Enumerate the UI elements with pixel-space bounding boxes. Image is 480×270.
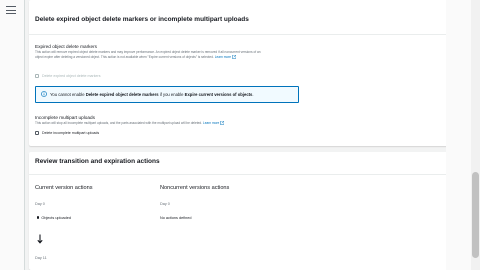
learn-more-link[interactable]: Learn more [215,55,231,59]
review-actions-card: Review transition and expiration actions… [29,152,449,270]
external-link-icon [232,54,236,59]
info-icon [41,91,47,97]
learn-more-link[interactable]: Learn more [203,121,219,125]
alert-prefix: You cannot enable [50,92,86,97]
incomplete-uploads-label: Incomplete multipart uploads [35,115,95,120]
info-alert: You cannot enable Delete expired object … [35,86,299,103]
noncurrent-event: No actions defined [160,216,192,220]
expired-markers-label: Expired object delete markers [35,44,98,49]
current-event: Objects uploaded [37,216,71,220]
current-day-start: Day 0 [35,202,45,206]
side-nav-strip [0,0,24,270]
checkbox-label: Delete expired object delete markers [42,74,101,78]
current-version-heading: Current version actions [35,185,93,191]
noncurrent-versions-heading: Noncurrent versions actions [160,185,230,191]
card-divider [29,174,449,175]
external-link-icon [220,121,225,125]
delete-expired-markers-checkbox[interactable] [35,74,39,78]
alert-message: You cannot enable Delete expired object … [50,92,254,97]
delete-incomplete-uploads-checkbox-row[interactable]: Delete incomplete multipart uploads [35,131,99,135]
noncurrent-day-start: Day 0 [160,202,170,206]
delete-expired-markers-checkbox-row[interactable]: Delete expired object delete markers [35,74,101,78]
scrollbar-thumb[interactable] [472,172,479,258]
delete-markers-card: Delete expired object delete markers or … [29,0,449,146]
checkbox-label: Delete incomplete multipart uploads [42,131,100,135]
alert-suffix: . [252,92,254,97]
main-content: Delete expired object delete markers or … [25,0,471,270]
event-text: Objects uploaded [41,216,71,220]
right-gutter [446,0,471,270]
delete-incomplete-uploads-checkbox[interactable] [35,131,39,135]
timeline-dot-icon [37,216,40,219]
expired-markers-description: This action will remove expired object d… [35,50,261,59]
hamburger-icon[interactable] [6,6,16,14]
page-scrollbar[interactable] [471,0,480,270]
card-title: Delete expired object delete markers or … [35,16,249,23]
current-day-next: Day 11 [35,256,47,260]
card-title: Review transition and expiration actions [35,158,160,165]
description-text: This action will stop all incomplete mul… [35,121,203,125]
alert-action: Delete expired object delete markers [85,92,159,97]
arrow-down-icon [37,234,43,244]
alert-middle: if you enable [158,92,185,97]
alert-conflict: Expire current versions of objects [184,92,253,97]
card-divider [29,34,449,35]
incomplete-uploads-description: This action will stop all incomplete mul… [35,121,295,126]
